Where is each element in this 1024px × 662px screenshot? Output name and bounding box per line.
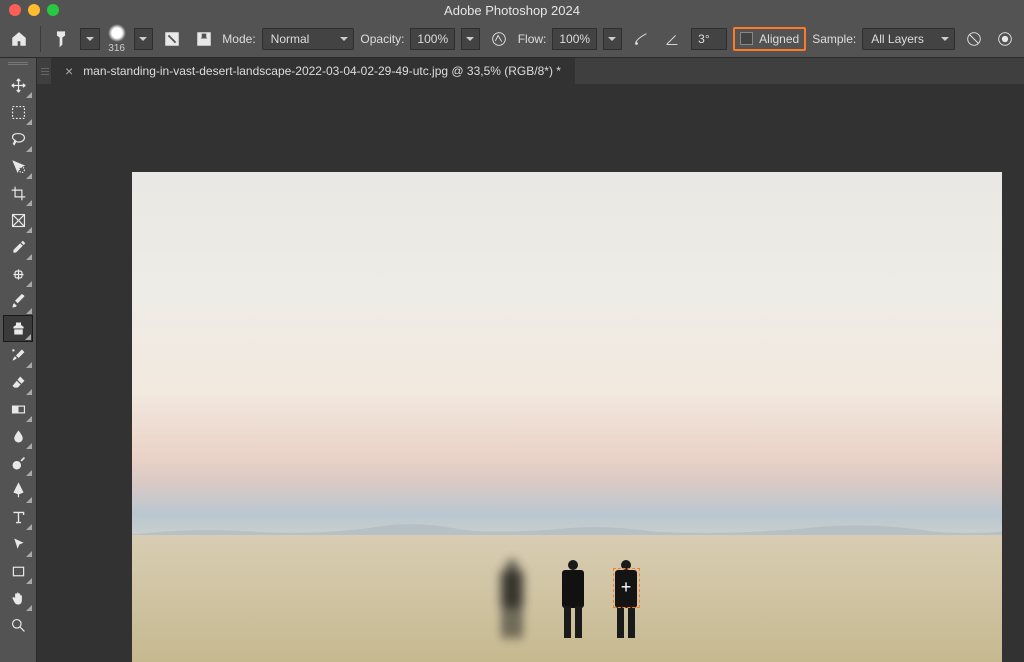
gradient-tool[interactable] — [3, 396, 33, 423]
history-brush-tool[interactable] — [3, 342, 33, 369]
frame-tool[interactable] — [3, 207, 33, 234]
brush-preview-icon — [108, 24, 126, 42]
home-button[interactable] — [6, 26, 32, 52]
path-select-tool[interactable] — [3, 531, 33, 558]
aligned-label: Aligned — [759, 32, 799, 46]
ignore-adjustment-layers-toggle[interactable] — [961, 26, 987, 52]
window-controls — [9, 4, 59, 16]
maximize-window-button[interactable] — [47, 4, 59, 16]
tools-panel — [0, 58, 37, 662]
pressure-size-toggle[interactable] — [992, 26, 1018, 52]
brush-size-value: 316 — [108, 43, 125, 54]
brush-picker-dropdown[interactable] — [134, 28, 154, 50]
flow-dropdown[interactable] — [603, 28, 623, 50]
eraser-tool[interactable] — [3, 369, 33, 396]
document-tab-label: man-standing-in-vast-desert-landscape-20… — [83, 64, 561, 78]
cloned-figure-blurred — [497, 560, 527, 638]
zoom-tool[interactable] — [3, 612, 33, 639]
clone-stamp-tool[interactable] — [3, 315, 33, 342]
brush-tool[interactable] — [3, 288, 33, 315]
quick-select-tool[interactable] — [3, 153, 33, 180]
opacity-value[interactable]: 100% — [410, 28, 454, 50]
hand-tool[interactable] — [3, 585, 33, 612]
pen-tool[interactable] — [3, 477, 33, 504]
opacity-label: Opacity: — [360, 32, 404, 46]
marquee-tool[interactable] — [3, 99, 33, 126]
clone-source-panel-toggle[interactable] — [191, 26, 217, 52]
angle-icon — [660, 26, 686, 52]
document-tab[interactable]: × man-standing-in-vast-desert-landscape-… — [51, 58, 575, 84]
flow-label: Flow: — [518, 32, 547, 46]
window-titlebar: Adobe Photoshop 2024 — [0, 0, 1024, 20]
document-canvas[interactable]: + — [132, 172, 1002, 662]
options-bar: 316 Mode: Normal Opacity: 100% Flow: 100… — [0, 20, 1024, 58]
dodge-tool[interactable] — [3, 450, 33, 477]
rectangle-tool[interactable] — [3, 558, 33, 585]
pressure-opacity-toggle[interactable] — [486, 26, 512, 52]
brush-panel-toggle[interactable] — [159, 26, 185, 52]
mode-label: Mode: — [222, 32, 255, 46]
aligned-checkbox[interactable] — [740, 32, 753, 45]
crosshair-icon: + — [621, 577, 632, 598]
blur-tool[interactable] — [3, 423, 33, 450]
close-tab-icon[interactable]: × — [65, 63, 73, 79]
brush-preview[interactable]: 316 — [108, 24, 126, 54]
sample-label: Sample: — [812, 32, 856, 46]
close-window-button[interactable] — [9, 4, 21, 16]
tool-preset-dropdown[interactable] — [80, 28, 100, 50]
document-tabstrip: × man-standing-in-vast-desert-landscape-… — [37, 58, 1024, 84]
opacity-dropdown[interactable] — [461, 28, 481, 50]
tool-preset-picker[interactable] — [48, 26, 74, 52]
mode-dropdown[interactable]: Normal — [262, 28, 355, 50]
move-tool[interactable] — [3, 72, 33, 99]
eyedropper-tool[interactable] — [3, 234, 33, 261]
crop-tool[interactable] — [3, 180, 33, 207]
aligned-option-highlight: Aligned — [733, 27, 806, 51]
lasso-tool[interactable] — [3, 126, 33, 153]
clone-source-marker: + — [613, 568, 640, 608]
type-tool[interactable] — [3, 504, 33, 531]
healing-brush-tool[interactable] — [3, 261, 33, 288]
app-title: Adobe Photoshop 2024 — [444, 3, 580, 18]
tab-drag-handle[interactable] — [37, 58, 51, 84]
person-figure-right: + — [611, 560, 641, 638]
tools-panel-grip[interactable] — [8, 62, 28, 68]
airbrush-toggle[interactable] — [628, 26, 654, 52]
minimize-window-button[interactable] — [28, 4, 40, 16]
flow-value[interactable]: 100% — [552, 28, 596, 50]
person-figure-center — [558, 560, 588, 638]
sample-dropdown[interactable]: All Layers — [862, 28, 955, 50]
angle-value[interactable]: 3° — [691, 28, 727, 50]
